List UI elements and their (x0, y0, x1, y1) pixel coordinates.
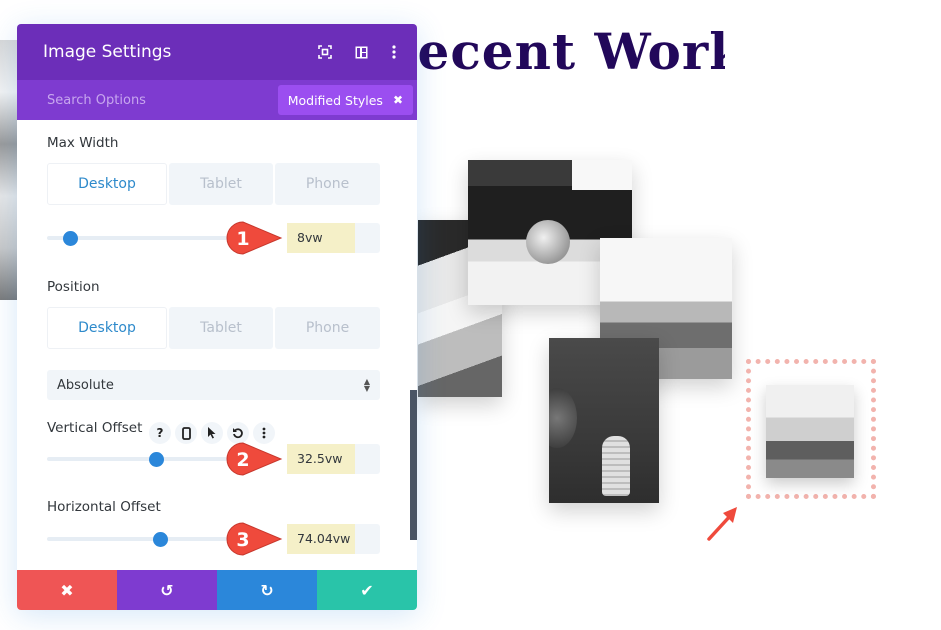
responsive-phone-icon[interactable] (175, 422, 197, 444)
position-select[interactable]: Absolute ▲ ▼ (47, 370, 380, 400)
sidebar-layout-icon[interactable] (343, 34, 379, 70)
checkmark-icon: ✔ (360, 580, 374, 600)
vertical-offset-value: 32.5vw (297, 451, 343, 466)
undo-icon: ↺ (160, 580, 174, 600)
panel-footer: ✖ ↺ ↻ ✔ (17, 570, 417, 610)
close-icon[interactable]: ✖ (393, 93, 403, 107)
portfolio-image-chair-selected[interactable] (766, 385, 854, 478)
more-options-icon[interactable] (379, 34, 409, 70)
callout-number: 2 (236, 449, 249, 471)
horizontal-offset-slider-row: 74.04vw (47, 524, 380, 554)
callout-number: 3 (236, 529, 249, 551)
select-arrows-icon: ▲ ▼ (363, 377, 370, 393)
portfolio-image-wall-vase[interactable] (549, 338, 659, 503)
tab-phone[interactable]: Phone (275, 163, 380, 205)
max-width-value: 8vw (297, 230, 323, 245)
fullscreen-icon[interactable] (307, 34, 343, 70)
discard-button[interactable]: ✖ (17, 570, 117, 610)
tab-desktop[interactable]: Desktop (47, 307, 167, 349)
vertical-offset-label: Vertical Offset (47, 420, 143, 436)
position-device-tabs: Desktop Tablet Phone (47, 307, 380, 349)
panel-body: Max Width Desktop Tablet Phone 8vw Posit… (17, 120, 417, 570)
page-canvas: Recent Work Image Settings Modified Styl… (0, 0, 941, 630)
redo-icon: ↻ (260, 580, 274, 600)
vertical-offset-slider-row: 32.5vw (47, 444, 380, 474)
redo-button[interactable]: ↻ (217, 570, 317, 610)
page-heading: Recent Work (405, 22, 725, 81)
hover-cursor-icon[interactable] (201, 422, 223, 444)
search-options-input[interactable] (47, 92, 278, 108)
image-settings-panel: Image Settings Modified Styles ✖ Max Wid… (17, 24, 417, 610)
help-icon[interactable]: ? (149, 422, 171, 444)
vertical-offset-input[interactable]: 32.5vw (287, 444, 380, 474)
max-width-device-tabs: Desktop Tablet Phone (47, 163, 380, 205)
position-select-value: Absolute (57, 377, 114, 393)
horizontal-offset-input[interactable]: 74.04vw (287, 524, 380, 554)
horizontal-offset-label: Horizontal Offset (47, 499, 161, 515)
callout-badge-2: 2 (226, 442, 283, 476)
panel-header: Image Settings (17, 24, 417, 80)
max-width-label: Max Width (47, 135, 119, 151)
tab-tablet[interactable]: Tablet (169, 307, 273, 349)
callout-badge-3: 3 (226, 522, 283, 556)
panel-subbar: Modified Styles ✖ (17, 80, 417, 120)
panel-scrollbar[interactable] (410, 390, 417, 540)
callout-number: 1 (236, 228, 249, 250)
callout-badge-1: 1 (226, 221, 283, 255)
tab-phone[interactable]: Phone (275, 307, 380, 349)
position-label: Position (47, 279, 100, 295)
horizontal-offset-slider-thumb[interactable] (153, 532, 168, 547)
max-width-slider-row: 8vw (47, 223, 380, 253)
save-button[interactable]: ✔ (317, 570, 417, 610)
max-width-slider-thumb[interactable] (63, 231, 78, 246)
tab-desktop[interactable]: Desktop (47, 163, 167, 205)
tab-tablet[interactable]: Tablet (169, 163, 273, 205)
panel-title: Image Settings (43, 42, 172, 62)
max-width-input[interactable]: 8vw (287, 223, 380, 253)
close-icon: ✖ (60, 580, 74, 600)
modified-styles-label: Modified Styles (287, 92, 383, 108)
horizontal-offset-value: 74.04vw (297, 531, 351, 546)
modified-styles-filter[interactable]: Modified Styles ✖ (277, 85, 413, 115)
pointer-arrow-icon (707, 507, 737, 541)
undo-button[interactable]: ↺ (117, 570, 217, 610)
vertical-offset-slider-thumb[interactable] (149, 452, 164, 467)
